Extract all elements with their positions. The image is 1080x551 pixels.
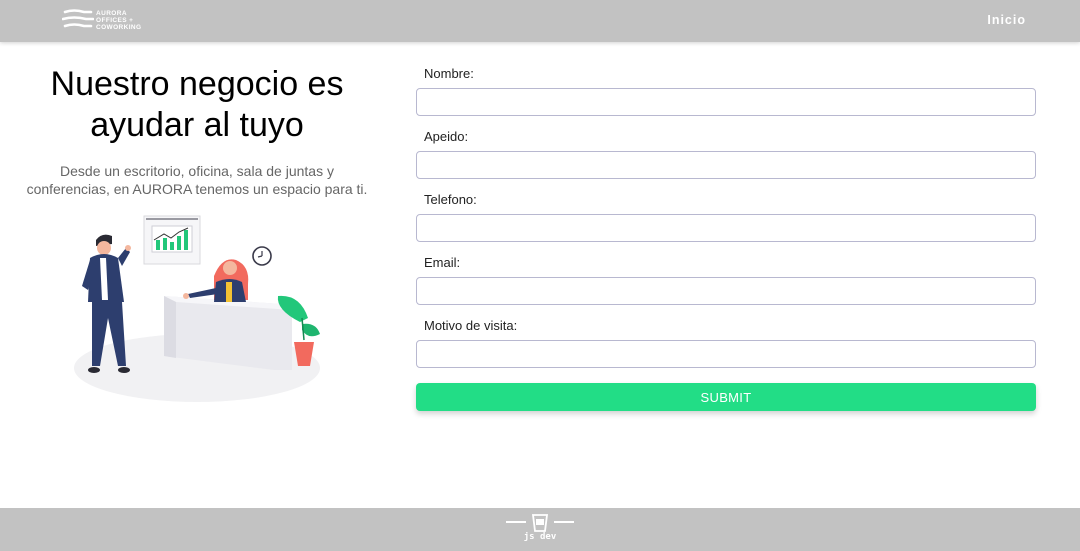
top-navbar: AURORA OFFICES + COWORKING Inicio bbox=[0, 0, 1080, 42]
submit-button[interactable]: SUBMIT bbox=[416, 383, 1036, 411]
logo-line-1: AURORA bbox=[96, 9, 127, 17]
nombre-input[interactable] bbox=[416, 88, 1036, 116]
hero-subtitle: Desde un escritorio, oficina, sala de ju… bbox=[26, 163, 368, 197]
email-input[interactable] bbox=[416, 277, 1036, 305]
aurora-logo[interactable]: AURORA OFFICES + COWORKING bbox=[62, 8, 142, 32]
chart-board-icon bbox=[143, 215, 201, 265]
telefono-input[interactable] bbox=[416, 214, 1036, 242]
hero-title: Nuestro negocio es ayudar al tuyo bbox=[50, 65, 344, 144]
logo-wordmark: AURORA OFFICES + COWORKING bbox=[96, 10, 142, 31]
apeido-input[interactable] bbox=[416, 151, 1036, 179]
woman-figure bbox=[183, 259, 249, 302]
contact-form: Nombre: Apeido: Telefono: Email: Motivo … bbox=[416, 66, 1036, 411]
motivo-de-visita-label: Motivo de visita: bbox=[424, 318, 518, 333]
telefono-label: Telefono: bbox=[424, 192, 477, 207]
clock-icon bbox=[252, 246, 272, 266]
logo-line-3: COWORKING bbox=[96, 23, 142, 31]
email-label: Email: bbox=[424, 255, 461, 270]
motivo-de-visita-input[interactable] bbox=[416, 340, 1036, 368]
logo-line-2: OFFICES + bbox=[96, 16, 134, 24]
apeido-label: Apeido: bbox=[424, 129, 469, 144]
nav-inicio-link[interactable]: Inicio bbox=[987, 13, 1026, 27]
aurora-logo-mark-icon bbox=[62, 9, 94, 28]
footer-bar: js dev bbox=[0, 508, 1080, 551]
office-reception-illustration bbox=[74, 215, 320, 402]
footer-brand: js dev bbox=[523, 532, 557, 542]
nombre-label: Nombre: bbox=[424, 66, 474, 81]
